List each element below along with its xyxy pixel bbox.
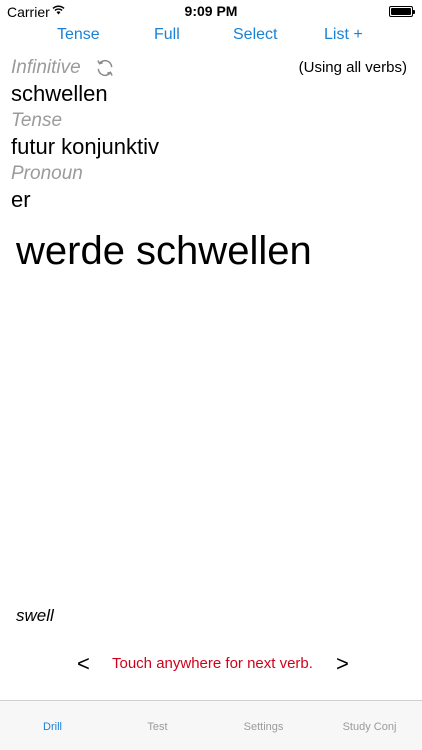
tab-study-conj[interactable]: Study Conj [317,721,422,733]
tab-test[interactable]: Test [105,721,210,733]
infinitive-label: Infinitive [11,57,81,78]
tense-value: futur konjunktiv [11,134,159,159]
refresh-icon[interactable] [95,58,115,78]
full-button[interactable]: Full [154,26,180,44]
infinitive-value: schwellen [11,81,108,106]
translation: swell [16,606,54,625]
tab-bar: Drill Test Settings Study Conj [0,700,422,750]
next-verb-hint: Touch anywhere for next verb. [112,655,313,672]
select-button[interactable]: Select [233,26,277,44]
tab-settings[interactable]: Settings [211,721,316,733]
next-verb-button[interactable]: > [336,651,349,677]
status-bar: Carrier 9:09 PM [0,0,422,22]
pronoun-label: Pronoun [11,163,83,184]
drill-screen[interactable]: Carrier 9:09 PM Tense Full Select List +… [0,0,422,750]
tense-label: Tense [11,110,63,131]
previous-verb-button[interactable]: < [77,651,90,677]
list-button[interactable]: List + [324,26,363,44]
battery-icon [389,6,415,17]
top-nav: Tense Full Select List + [0,26,422,48]
tab-drill[interactable]: Drill [0,721,105,733]
pronoun-value: er [11,187,31,212]
verb-scope-note: (Using all verbs) [298,59,407,76]
tense-button[interactable]: Tense [57,26,100,44]
conjugation-answer: werde schwellen [16,229,312,273]
clock: 9:09 PM [184,3,238,19]
